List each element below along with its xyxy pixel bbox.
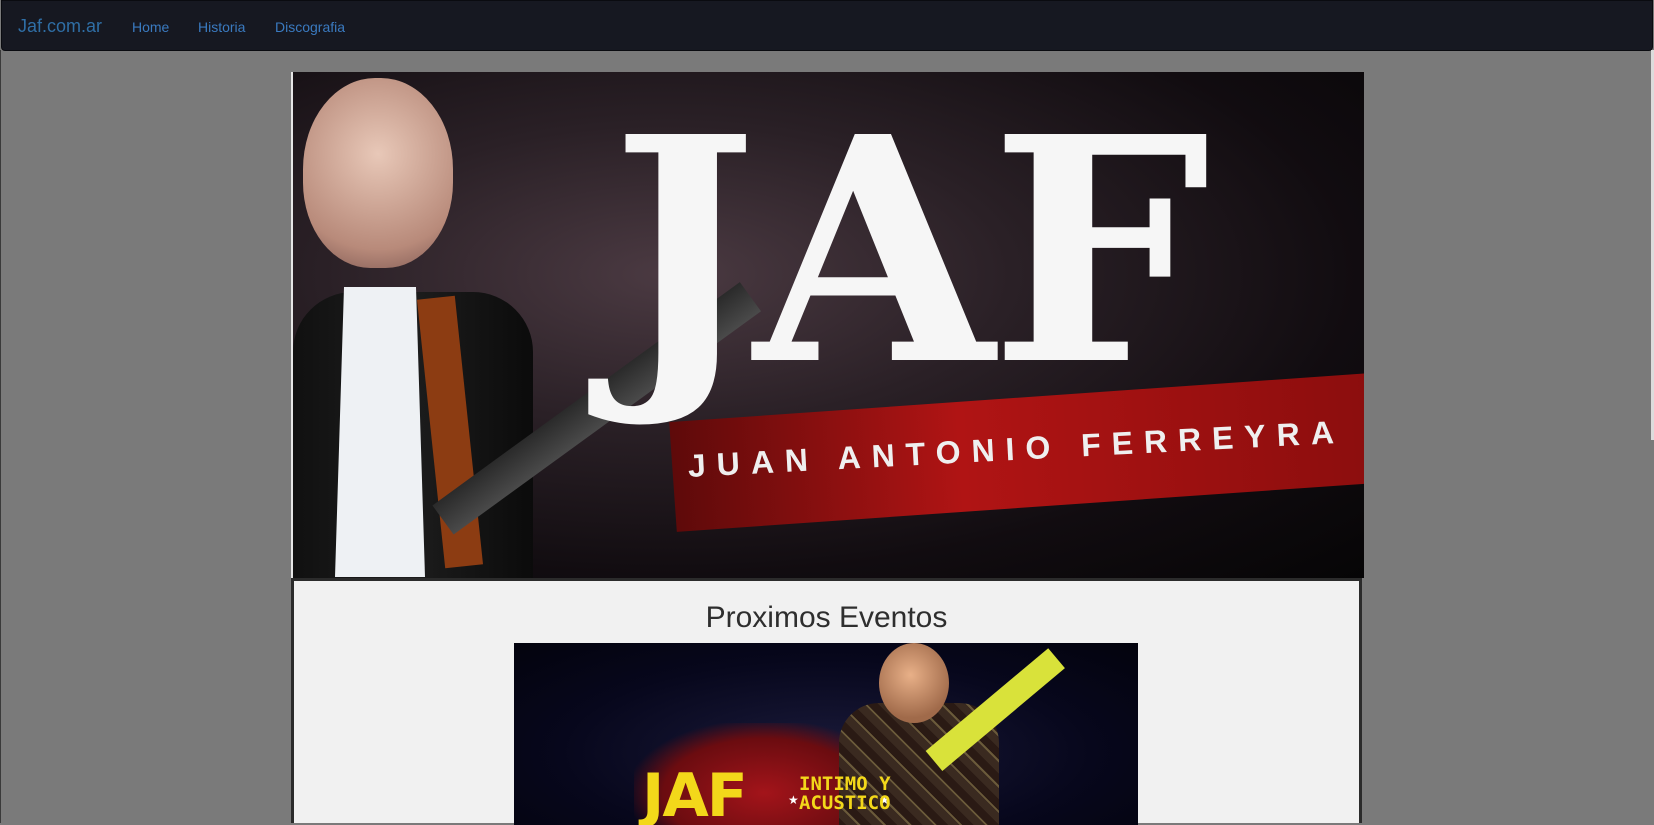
brand-link[interactable]: Jaf.com.ar [18, 16, 102, 37]
event-poster-person-head [879, 643, 949, 723]
hero-banner-image: JAF JUAN ANTONIO FERREYRA [291, 72, 1364, 578]
page-left-edge [0, 50, 1, 823]
nav-link-discografia[interactable]: Discografia [275, 19, 345, 35]
events-title: Proximos Eventos [705, 601, 948, 634]
hero-logo-text: JAF [611, 72, 1210, 434]
hero-person-shirt [335, 287, 425, 577]
top-navbar: Jaf.com.ar Home Historia Discografia [1, 0, 1653, 51]
hero-person-head [303, 78, 453, 268]
events-section: Proximos Eventos JAF ★ ★ INTIMO Y ACUSTI… [291, 578, 1362, 825]
event-poster-tagline-2: ACUSTICO [799, 792, 891, 814]
event-poster-tagline: INTIMO Y ACUSTICO [799, 775, 891, 813]
nav-link-historia[interactable]: Historia [198, 19, 245, 35]
event-poster-image: JAF ★ ★ INTIMO Y ACUSTICO [514, 643, 1138, 825]
nav-link-home[interactable]: Home [132, 19, 169, 35]
event-poster-logo: JAF [642, 761, 748, 825]
star-icon: ★ [788, 793, 799, 807]
